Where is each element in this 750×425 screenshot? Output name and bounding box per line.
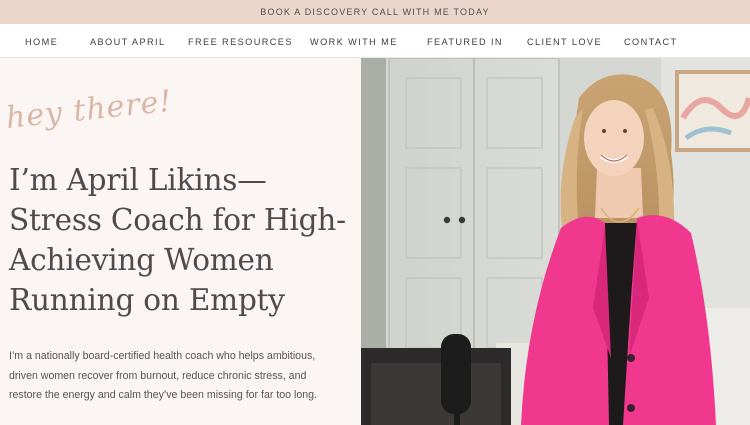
- nav-item-client-love[interactable]: CLIENT LOVE: [527, 24, 602, 58]
- intro-line: I’m a nationally board-certified health …: [9, 350, 316, 362]
- hero-intro-text: I’m a nationally board-certified health …: [9, 347, 354, 406]
- intro-line: driven women recover from burnout, reduc…: [9, 369, 307, 382]
- intro-line: restore the energy and calm they’ve been…: [9, 389, 317, 401]
- nav-item-work[interactable]: WORK WITH ME: [310, 24, 398, 58]
- nav-item-home[interactable]: HOME: [25, 24, 58, 58]
- headline-line: Achieving Women: [9, 243, 274, 277]
- nav-item-about[interactable]: ABOUT APRIL: [90, 24, 165, 58]
- hero-portrait-photo: [361, 58, 750, 425]
- headline-line: I’m April Likins—: [9, 163, 267, 197]
- hero-headline: I’m April Likins— Stress Coach for High-…: [9, 160, 349, 320]
- nav-item-resources[interactable]: FREE RESOURCES: [188, 24, 293, 58]
- headline-line: Stress Coach for High-: [9, 203, 346, 237]
- nav-item-contact[interactable]: CONTACT: [624, 24, 678, 58]
- nav-item-featured[interactable]: FEATURED IN: [427, 24, 503, 58]
- headline-line: Running on Empty: [9, 283, 285, 317]
- main-navigation: HOME ABOUT APRIL FREE RESOURCES WORK WIT…: [0, 24, 750, 58]
- announcement-text[interactable]: BOOK A DISCOVERY CALL WITH ME TODAY: [260, 7, 489, 17]
- portrait-illustration: [361, 58, 750, 425]
- announcement-bar[interactable]: BOOK A DISCOVERY CALL WITH ME TODAY: [0, 0, 750, 24]
